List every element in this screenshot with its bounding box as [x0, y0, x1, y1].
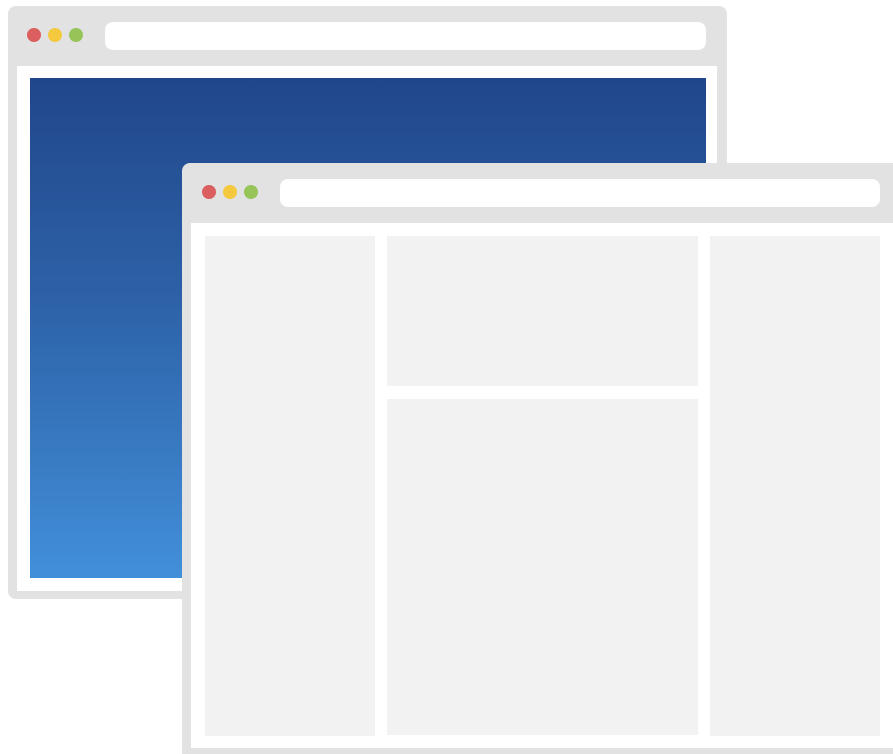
minimize-button[interactable] [48, 28, 62, 42]
window-content [191, 223, 893, 748]
illustration-stage [0, 0, 893, 754]
close-button[interactable] [27, 28, 41, 42]
minimize-button[interactable] [223, 185, 237, 199]
maximize-button[interactable] [244, 185, 258, 199]
maximize-button[interactable] [69, 28, 83, 42]
main-header-panel [387, 236, 698, 386]
address-bar[interactable] [280, 179, 880, 207]
left-sidebar-panel [205, 236, 375, 736]
close-button[interactable] [202, 185, 216, 199]
main-content-panel [387, 399, 698, 735]
address-bar[interactable] [105, 22, 706, 50]
front-browser-window [182, 163, 893, 754]
right-sidebar-panel [710, 236, 880, 736]
